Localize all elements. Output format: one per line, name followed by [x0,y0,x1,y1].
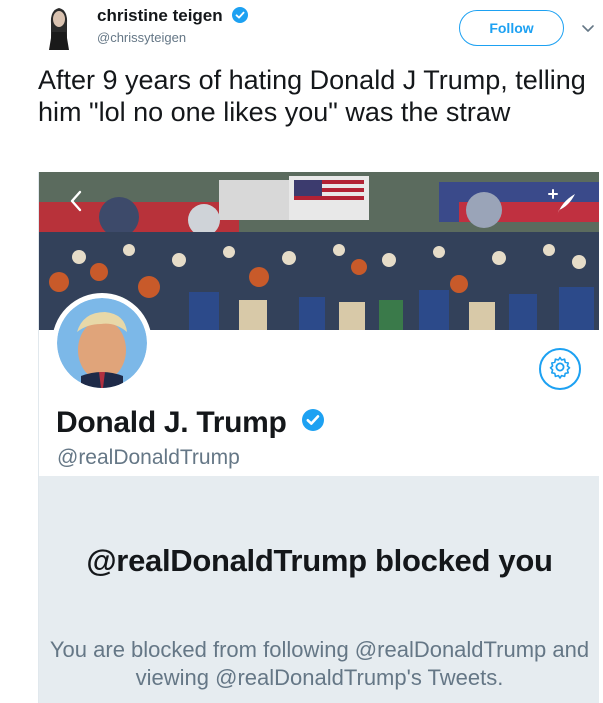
verified-badge-icon [232,7,249,28]
author-avatar[interactable] [37,2,81,50]
author-name[interactable]: christine teigen [97,6,249,28]
profile-name: Donald J. Trump [56,406,325,440]
gear-icon [548,355,572,384]
profile-name-text: Donald J. Trump [56,406,287,439]
embedded-screenshot[interactable]: Donald J. Trump @realDonaldTrump @realDo… [38,172,599,703]
author-name-text[interactable]: christine teigen [97,6,223,25]
profile-handle: @realDonaldTrump [57,446,240,469]
blocked-title: @realDonaldTrump blocked you [86,543,553,578]
author-handle[interactable]: @chrissyteigen [97,30,186,45]
compose-feather-icon[interactable] [547,188,577,218]
tweet-text: After 9 years of hating Donald J Trump, … [38,65,586,127]
settings-button[interactable] [539,348,581,390]
blocked-message: You are blocked from following @realDona… [49,637,590,690]
follow-button[interactable]: Follow [459,10,564,46]
blocked-notice-panel: @realDonaldTrump blocked you You are blo… [39,476,599,703]
chevron-down-icon[interactable] [580,20,596,36]
verified-badge-icon [301,406,325,440]
tweet-header: christine teigen @chrissyteigen Follow [0,0,603,62]
profile-photo[interactable] [52,293,152,393]
chevron-left-icon[interactable] [69,190,83,212]
